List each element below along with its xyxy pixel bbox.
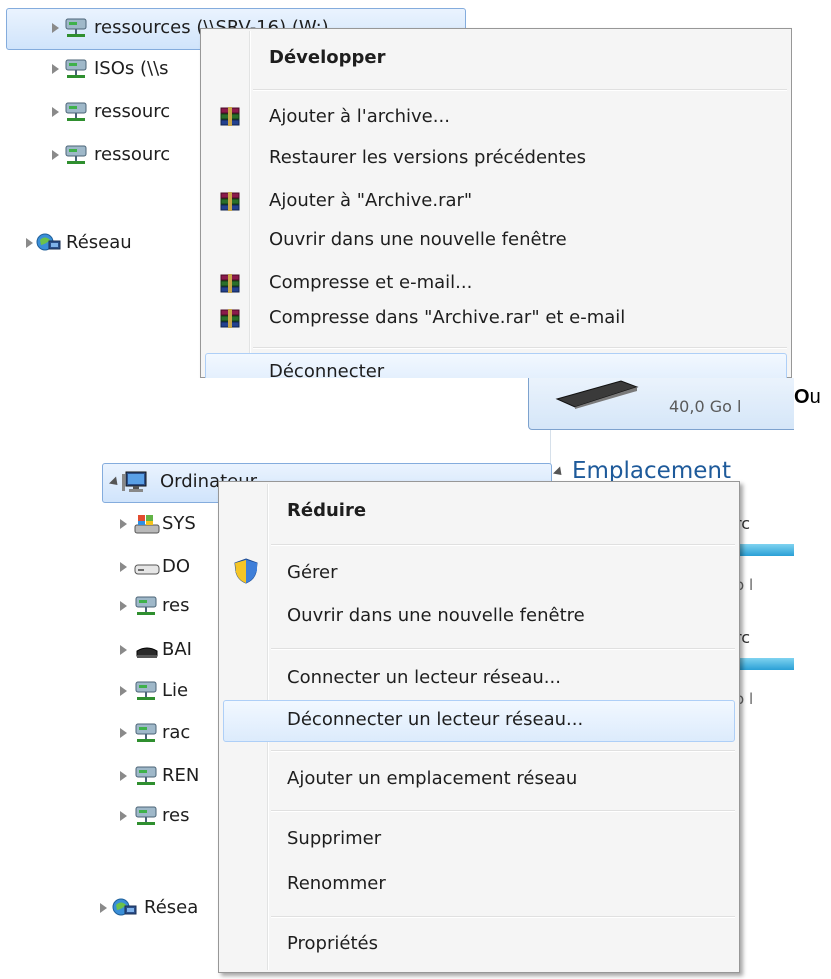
menu-item-compresse-email[interactable]: Compresse et e-mail... [269,267,769,299]
tree-item-res-1[interactable]: res [82,591,222,621]
expand-arrow-icon[interactable] [120,811,127,821]
menu-item-proprietes[interactable]: Propriétés [287,928,727,960]
network-drive-icon [64,17,88,39]
menu-item-connecter-lecteur[interactable]: Connecter un lecteur réseau... [287,662,727,694]
separator-text-bold: O [794,386,810,408]
menu-separator [271,648,735,650]
context-menu-2: Réduire Gérer Ouvrir dans une nouvelle f… [218,481,740,973]
tree-item-reseau[interactable]: Résea [82,893,222,923]
expand-arrow-icon[interactable] [52,150,59,160]
menu-item-ajouter-archive-rar[interactable]: Ajouter à "Archive.rar" [269,185,769,217]
uac-shield-icon [233,558,259,584]
menu-item-ouvrir-nouvelle-fenetre[interactable]: Ouvrir dans une nouvelle fenêtre [269,224,769,256]
network-drive-icon [134,595,158,617]
context-menu-1: Développer Ajouter à l'archive... Restau… [200,28,792,378]
menu-item-reduire[interactable]: Réduire [287,495,727,527]
menu-item-ajouter-emplacement[interactable]: Ajouter un emplacement réseau [287,763,727,795]
capacity-bar-fragment [735,658,794,670]
collapse-arrow-icon[interactable] [552,466,566,479]
separator-text-rest: u [809,386,821,408]
drive-tile: 40,0 Go l [528,378,794,430]
system-drive-icon [134,513,160,535]
expand-arrow-icon[interactable] [120,601,127,611]
tree-item-isos[interactable]: ISOs (\\s [0,54,210,84]
expand-arrow-icon[interactable] [120,645,127,655]
menu-item-developper[interactable]: Développer [269,42,769,74]
collapse-arrow-icon[interactable] [108,476,122,489]
menu-separator [253,89,787,91]
drive-size-text: 40,0 Go l [669,397,742,416]
explorer-screenshot-2: 40,0 Go l Emplacement rc o l rc o l Ordi… [82,378,794,979]
tree-item-label: ISOs (\\s [94,58,169,79]
menu-item-ouvrir-nouvelle-fenetre[interactable]: Ouvrir dans une nouvelle fenêtre [287,600,727,632]
winrar-icon [219,273,241,295]
computer-icon [122,471,147,493]
tree-item-ren[interactable]: REN [82,761,222,791]
explorer-screenshot-1: ressources (\\SRV-16) (W:) ISOs (\\s res… [0,0,792,378]
tree-item-label: Réseau [66,232,132,253]
menu-separator [271,750,735,752]
menu-item-compresse-archive-email[interactable]: Compresse dans "Archive.rar" et e-mail [269,302,769,334]
menu-item-deconnecter-lecteur[interactable]: Déconnecter un lecteur réseau... [287,704,727,736]
tree-item-lie[interactable]: Lie [82,676,222,706]
network-drive-icon [134,680,158,702]
winrar-icon [219,191,241,213]
tree-item-label: SYS [162,513,196,534]
network-drive-icon [134,805,158,827]
tree-item-label: REN [162,765,200,786]
expand-arrow-icon[interactable] [120,562,127,572]
tree-item-sys[interactable]: SYS [82,509,222,539]
tree-item-label: BAI [162,639,192,660]
expand-arrow-icon[interactable] [120,771,127,781]
tree-item-do[interactable]: DO [82,552,222,582]
winrar-icon [219,106,241,128]
tree-item-bai[interactable]: BAI [82,635,222,665]
expand-arrow-icon[interactable] [100,903,107,913]
tree-item-label: res [162,805,190,826]
removable-drive-icon [134,639,158,661]
capacity-bar-fragment [735,544,794,556]
network-drive-icon [134,722,158,744]
expand-arrow-icon[interactable] [120,519,127,529]
menu-separator [271,544,735,546]
expand-arrow-icon[interactable] [52,64,59,74]
menu-item-ajouter-archive[interactable]: Ajouter à l'archive... [269,101,769,133]
tree-item-label: Résea [144,897,199,918]
menu-separator [271,916,735,918]
network-icon [112,897,137,919]
tree-item-label: DO [162,556,191,577]
menu-item-deconnecter[interactable]: Déconnecter [269,356,769,378]
expand-arrow-icon[interactable] [52,107,59,117]
expand-arrow-icon[interactable] [26,238,33,248]
expand-arrow-icon[interactable] [120,686,127,696]
hard-drive-icon [134,556,160,578]
network-drive-icon [134,765,158,787]
tree-item-label: Lie [162,680,189,701]
tree-item-label: ressourc [94,144,171,165]
tree-item-ressourc-2[interactable]: ressourc [0,140,210,170]
tree-item-rac[interactable]: rac [82,718,222,748]
expand-arrow-icon[interactable] [52,23,59,33]
menu-item-supprimer[interactable]: Supprimer [287,823,727,855]
expand-arrow-icon[interactable] [120,728,127,738]
tree-item-reseau[interactable]: Réseau [0,228,210,258]
menu-gutter-separator [249,31,251,375]
tree-item-label: ressourc [94,101,171,122]
winrar-icon [219,308,241,330]
separator-text-ou: Ou [794,384,821,410]
menu-item-renommer[interactable]: Renommer [287,868,727,900]
menu-item-restaurer-versions[interactable]: Restaurer les versions précédentes [269,142,769,174]
tree-item-ressourc-1[interactable]: ressourc [0,97,210,127]
network-drive-icon [64,101,88,123]
menu-separator [253,347,787,349]
menu-item-gerer[interactable]: Gérer [287,557,727,589]
network-drive-icon [64,58,88,80]
drive-icon [551,379,641,413]
menu-separator [271,810,735,812]
tree-item-res-2[interactable]: res [82,801,222,831]
network-drive-icon [64,144,88,166]
network-icon [36,232,61,254]
tree-item-label: rac [162,722,191,743]
tree-item-label: res [162,595,190,616]
